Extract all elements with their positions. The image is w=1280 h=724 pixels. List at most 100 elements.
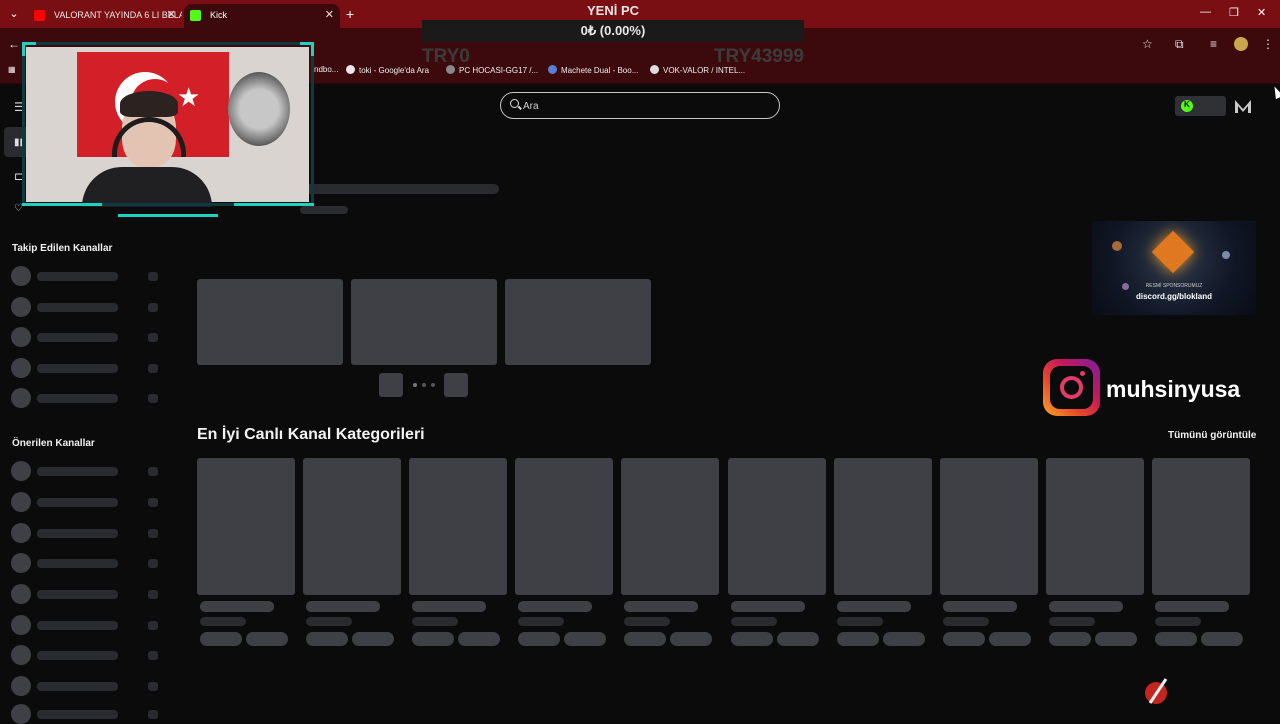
close-tab-icon[interactable]: ✕	[325, 4, 334, 26]
category-name-skeleton	[200, 601, 274, 612]
tab-valorant[interactable]: VALORANT YAYINDA 6 LI BELA ✕	[28, 4, 182, 28]
category-tag-skeleton	[564, 632, 607, 646]
avatar-skeleton	[11, 297, 31, 317]
carousel-next-button[interactable]	[444, 373, 468, 397]
user-menu-logo-icon[interactable]	[1233, 96, 1253, 116]
viewer-count-skeleton	[148, 590, 158, 599]
category-viewers-skeleton	[836, 617, 883, 626]
bookmark-item[interactable]: ndbo...	[314, 65, 338, 74]
category-card-skeleton[interactable]	[409, 458, 508, 595]
category-name-skeleton	[306, 601, 381, 612]
category-tag-skeleton	[1048, 632, 1091, 646]
channel-name-skeleton	[37, 559, 118, 568]
view-all-link[interactable]: Tümünü görüntüle	[1168, 430, 1256, 441]
channel-name-skeleton	[37, 710, 118, 719]
viewer-count-skeleton	[148, 467, 158, 476]
menu-kebab-icon[interactable]: ⋮	[1262, 37, 1274, 51]
category-card-skeleton[interactable]	[833, 458, 932, 595]
channel-name-skeleton	[37, 529, 118, 538]
followed-channels-heading: Takip Edilen Kanallar	[12, 243, 113, 254]
category-card-skeleton[interactable]	[515, 458, 614, 595]
instagram-icon	[1043, 359, 1100, 416]
category-card-skeleton[interactable]	[1045, 458, 1144, 595]
category-tag-skeleton	[518, 632, 561, 646]
viewer-count-skeleton	[148, 682, 158, 691]
new-tab-button[interactable]: +	[346, 6, 354, 22]
category-tag-skeleton	[458, 632, 501, 646]
category-card-skeleton[interactable]	[939, 458, 1038, 595]
category-tag-skeleton	[942, 632, 985, 646]
avatar-skeleton	[11, 388, 31, 408]
restore-icon[interactable]: ❐	[1229, 6, 1239, 19]
channel-name-skeleton	[37, 303, 118, 312]
avatar-skeleton	[11, 327, 31, 347]
webcam-overlay: ★	[22, 42, 314, 226]
carousel-prev-button[interactable]	[379, 373, 403, 397]
avatar-skeleton	[11, 704, 31, 724]
category-tag-skeleton	[306, 632, 349, 646]
goal-title: YENİ PC	[586, 3, 639, 18]
channel-name-skeleton	[37, 590, 118, 599]
carousel-card-skeleton[interactable]	[505, 279, 651, 365]
category-viewers-skeleton	[942, 617, 989, 626]
instagram-badge: muhsinyusa	[1043, 359, 1263, 417]
category-viewers-skeleton	[200, 617, 246, 626]
close-tab-icon[interactable]: ✕	[167, 4, 176, 26]
category-name-skeleton	[412, 601, 487, 612]
blokland-cube-logo	[1151, 230, 1195, 274]
category-viewers-skeleton	[1154, 617, 1201, 626]
instagram-handle: muhsinyusa	[1106, 376, 1241, 402]
category-name-skeleton	[730, 601, 805, 612]
category-card-skeleton[interactable]	[197, 458, 295, 595]
category-tag-skeleton	[412, 632, 455, 646]
carousel-card-skeleton[interactable]	[351, 279, 497, 365]
apps-grid-icon[interactable]: ▦	[8, 65, 16, 74]
channel-name-skeleton	[37, 333, 118, 342]
bookmark-item[interactable]: toki - Google'da Ara	[346, 65, 429, 75]
recommended-channels-heading: Önerilen Kanallar	[12, 438, 95, 449]
google-icon	[346, 65, 355, 74]
category-tag-skeleton	[988, 632, 1031, 646]
viewer-count-skeleton	[148, 394, 158, 403]
media-control-icon[interactable]: ≡	[1210, 37, 1217, 51]
category-tag-skeleton	[1154, 632, 1197, 646]
sponsor-caption: RESMİ SPONSORUMUZ	[1145, 283, 1203, 289]
category-viewers-skeleton	[730, 617, 777, 626]
tab-search-dropdown-icon[interactable]: ⌄	[6, 6, 22, 22]
search-bar[interactable]	[500, 92, 780, 119]
minimize-icon[interactable]: —	[1200, 6, 1211, 18]
category-tag-skeleton	[352, 632, 395, 646]
category-viewers-skeleton	[306, 617, 353, 626]
youtube-icon	[34, 10, 45, 21]
back-icon[interactable]: ←	[8, 37, 20, 51]
avatar-skeleton	[11, 358, 31, 378]
category-name-skeleton	[624, 601, 699, 612]
kick-logo-icon	[1181, 100, 1193, 112]
search-input[interactable]	[523, 97, 763, 115]
category-card-skeleton[interactable]	[621, 458, 720, 595]
viewer-count-skeleton	[148, 333, 158, 342]
category-tag-skeleton	[1094, 632, 1137, 646]
search-icon	[510, 99, 519, 108]
kick-toggle[interactable]	[1175, 96, 1226, 116]
category-card-skeleton[interactable]	[303, 458, 402, 595]
window-close-icon[interactable]: ✕	[1257, 6, 1266, 19]
goal-progress-text: 0₺ (0.00%)	[580, 23, 646, 38]
viewer-count-skeleton	[148, 529, 158, 538]
category-viewers-skeleton	[1048, 617, 1095, 626]
tab-kick[interactable]: Kick ✕	[184, 4, 340, 28]
donation-goal-overlay: YENİ PC 0₺ (0.00%) TRY0 TRY43999	[422, 0, 804, 70]
channel-name-skeleton	[37, 498, 118, 507]
avatar-skeleton	[11, 645, 31, 665]
category-name-skeleton	[942, 601, 1017, 612]
viewer-count-skeleton	[148, 651, 158, 660]
category-name-skeleton	[836, 601, 911, 612]
category-card-skeleton[interactable]	[1151, 458, 1250, 595]
extensions-icon[interactable]: ⧉	[1175, 37, 1184, 52]
category-name-skeleton	[1154, 601, 1229, 612]
carousel-card-skeleton[interactable]	[197, 279, 343, 365]
bookmark-star-icon[interactable]: ☆	[1142, 37, 1153, 51]
profile-avatar[interactable]	[1234, 37, 1248, 51]
sponsor-banner: RESMİ SPONSORUMUZ discord.gg/blokland	[1092, 221, 1256, 315]
category-card-skeleton[interactable]	[727, 458, 826, 595]
